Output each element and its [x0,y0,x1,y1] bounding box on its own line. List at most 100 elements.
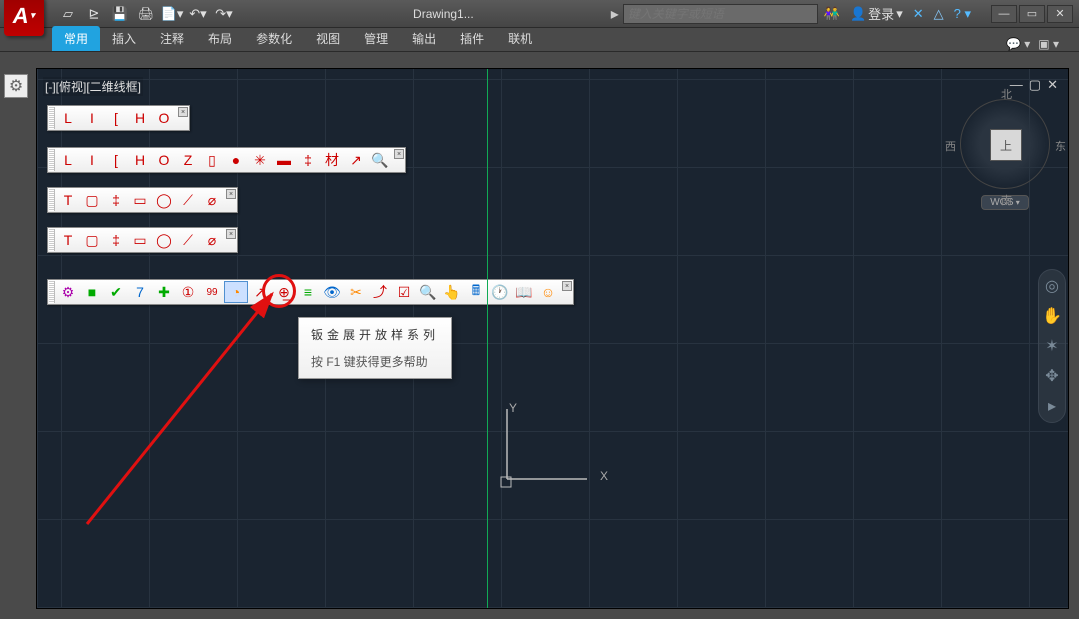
floating-toolbar-3[interactable]: T ▢ ‡ ▭ ◯ ⟋ ⌀ × [47,187,238,213]
floating-toolbar-2[interactable]: L I [ H O Z ▯ ● ✳ ▬ ‡ 材 ↗ 🔍 × [47,147,406,173]
maximize-button[interactable]: ▭ [1019,5,1045,23]
minimize-button[interactable]: — [991,5,1017,23]
qat-save-icon[interactable]: 💾 [108,3,132,25]
tb4-btn-1[interactable]: ▢ [80,229,104,251]
tab-insert[interactable]: 插入 [100,26,148,51]
tb5-btn-3[interactable]: 7 [128,281,152,303]
tb5-btn-12[interactable]: ✂ [344,281,368,303]
customize-gear-icon[interactable]: ⚙ [4,74,28,98]
tb2-btn-3[interactable]: H [128,149,152,171]
viewcube-east[interactable]: 东 [1055,138,1066,154]
qat-plot-icon[interactable]: 📄▾ [160,3,184,25]
floating-toolbar-5[interactable]: ⚙ ■ ✔ 7 ✚ ① 99 ◔ ↗ ⊕̲ ≡ 👁 ✂ ⤴ ☑ 🔍 👆 🖩 🕐 … [47,279,574,305]
tb2-btn-8[interactable]: ✳ [248,149,272,171]
tb5-btn-17[interactable]: 🖩 [464,281,488,303]
toolbar-grip[interactable] [49,229,55,251]
tb1-btn-I[interactable]: I [80,107,104,129]
ribbon-collapse-icon[interactable]: ▣ ▾ [1038,37,1059,51]
tb2-btn-6[interactable]: ▯ [200,149,224,171]
tb3-btn-4[interactable]: ◯ [152,189,176,211]
tb5-btn-6[interactable]: 99 [200,281,224,303]
tb2-btn-4[interactable]: O [152,149,176,171]
viewcube-north[interactable]: 北 [1001,86,1012,102]
tb5-btn-sheetmetal[interactable]: ◔ [224,281,248,303]
viewcube-west[interactable]: 西 [945,138,956,154]
tb2-btn-9[interactable]: ▬ [272,149,296,171]
toolbar-close-icon[interactable]: × [394,149,404,159]
qat-undo-icon[interactable]: ↶▾ [186,3,210,25]
nav-wheel-icon[interactable]: ◎ [1045,276,1059,296]
tb1-btn-H[interactable]: H [128,107,152,129]
tb1-btn-L[interactable]: L [56,107,80,129]
tb5-btn-4[interactable]: ✚ [152,281,176,303]
nav-pan-icon[interactable]: ✋ [1042,306,1062,326]
toolbar-close-icon[interactable]: × [562,281,572,291]
qat-open-icon[interactable]: ⊵ [82,3,106,25]
floating-toolbar-1[interactable]: L I [ H O × [47,105,190,131]
bullet-icon[interactable]: 💬 ▾ [1006,37,1030,51]
tb2-btn-1[interactable]: I [80,149,104,171]
tb1-btn-bracket[interactable]: [ [104,107,128,129]
viewcube-top-face[interactable]: 上 [990,129,1022,161]
nav-orbit-icon[interactable]: ✥ [1045,366,1058,386]
tb2-btn-12[interactable]: ↗ [344,149,368,171]
tb4-btn-3[interactable]: ▭ [128,229,152,251]
tb3-btn-0[interactable]: T [56,189,80,211]
nav-showmotion-icon[interactable]: ▸ [1048,396,1056,416]
infocenter-icon[interactable]: 👫 [824,6,840,22]
vp-maximize-icon[interactable]: ▢ [1029,77,1041,93]
toolbar-close-icon[interactable]: × [178,107,188,117]
tab-parametric[interactable]: 参数化 [244,26,304,51]
toolbar-close-icon[interactable]: × [226,229,236,239]
navigation-bar[interactable]: ◎ ✋ ✶ ✥ ▸ [1038,269,1066,423]
tb2-btn-10[interactable]: ‡ [296,149,320,171]
tab-annotate[interactable]: 注释 [148,26,196,51]
tb2-btn-0[interactable]: L [56,149,80,171]
qat-new-icon[interactable]: ▱ [56,3,80,25]
help-icon[interactable]: ? ▾ [954,6,971,22]
tb1-btn-O[interactable]: O [152,107,176,129]
toolbar-grip[interactable] [49,149,55,171]
floating-toolbar-4[interactable]: T ▢ ‡ ▭ ◯ ⟋ ⌀ × [47,227,238,253]
tb3-btn-1[interactable]: ▢ [80,189,104,211]
tb2-btn-7[interactable]: ● [224,149,248,171]
tb2-btn-13[interactable]: 🔍 [368,149,392,171]
tab-output[interactable]: 输出 [400,26,448,51]
tb5-btn-0[interactable]: ⚙ [56,281,80,303]
tab-manage[interactable]: 管理 [352,26,400,51]
tb5-btn-8[interactable]: ↗ [248,281,272,303]
tb5-btn-13[interactable]: ⤴ [368,281,392,303]
drawing-canvas[interactable]: /*placeholder*/ [-][俯视][二维线框] — ▢ ✕ L I … [36,68,1069,609]
viewport-label[interactable]: [-][俯视][二维线框] [43,77,143,96]
tb3-btn-3[interactable]: ▭ [128,189,152,211]
tab-online[interactable]: 联机 [496,26,544,51]
tb2-btn-2[interactable]: [ [104,149,128,171]
signin-button[interactable]: 👤 登录 ▾ [850,4,903,23]
tb5-btn-19[interactable]: 📖 [512,281,536,303]
toolbar-close-icon[interactable]: × [226,189,236,199]
tb2-btn-5[interactable]: Z [176,149,200,171]
tb4-btn-0[interactable]: T [56,229,80,251]
nav-zoom-icon[interactable]: ✶ [1045,336,1058,356]
tb4-btn-4[interactable]: ◯ [152,229,176,251]
search-input[interactable] [623,4,818,24]
tb5-btn-2[interactable]: ✔ [104,281,128,303]
toolbar-grip[interactable] [49,107,55,129]
exchange-icon[interactable]: ✕ [913,6,924,22]
cloud-icon[interactable]: △ [934,6,944,22]
toolbar-grip[interactable] [49,189,55,211]
tb5-btn-18[interactable]: 🕐 [488,281,512,303]
tab-view[interactable]: 视图 [304,26,352,51]
tb3-btn-2[interactable]: ‡ [104,189,128,211]
viewcube-south[interactable]: 南 [1001,192,1012,208]
tb4-btn-2[interactable]: ‡ [104,229,128,251]
tb4-btn-6[interactable]: ⌀ [200,229,224,251]
tb5-btn-16[interactable]: 👆 [440,281,464,303]
tb2-btn-11[interactable]: 材 [320,149,344,171]
app-menu-button[interactable]: A▾ [4,0,44,36]
tab-plugins[interactable]: 插件 [448,26,496,51]
tb5-btn-1[interactable]: ■ [80,281,104,303]
tab-layout[interactable]: 布局 [196,26,244,51]
qat-redo-icon[interactable]: ↷▾ [212,3,236,25]
tb5-btn-9[interactable]: ⊕̲ [272,281,296,303]
